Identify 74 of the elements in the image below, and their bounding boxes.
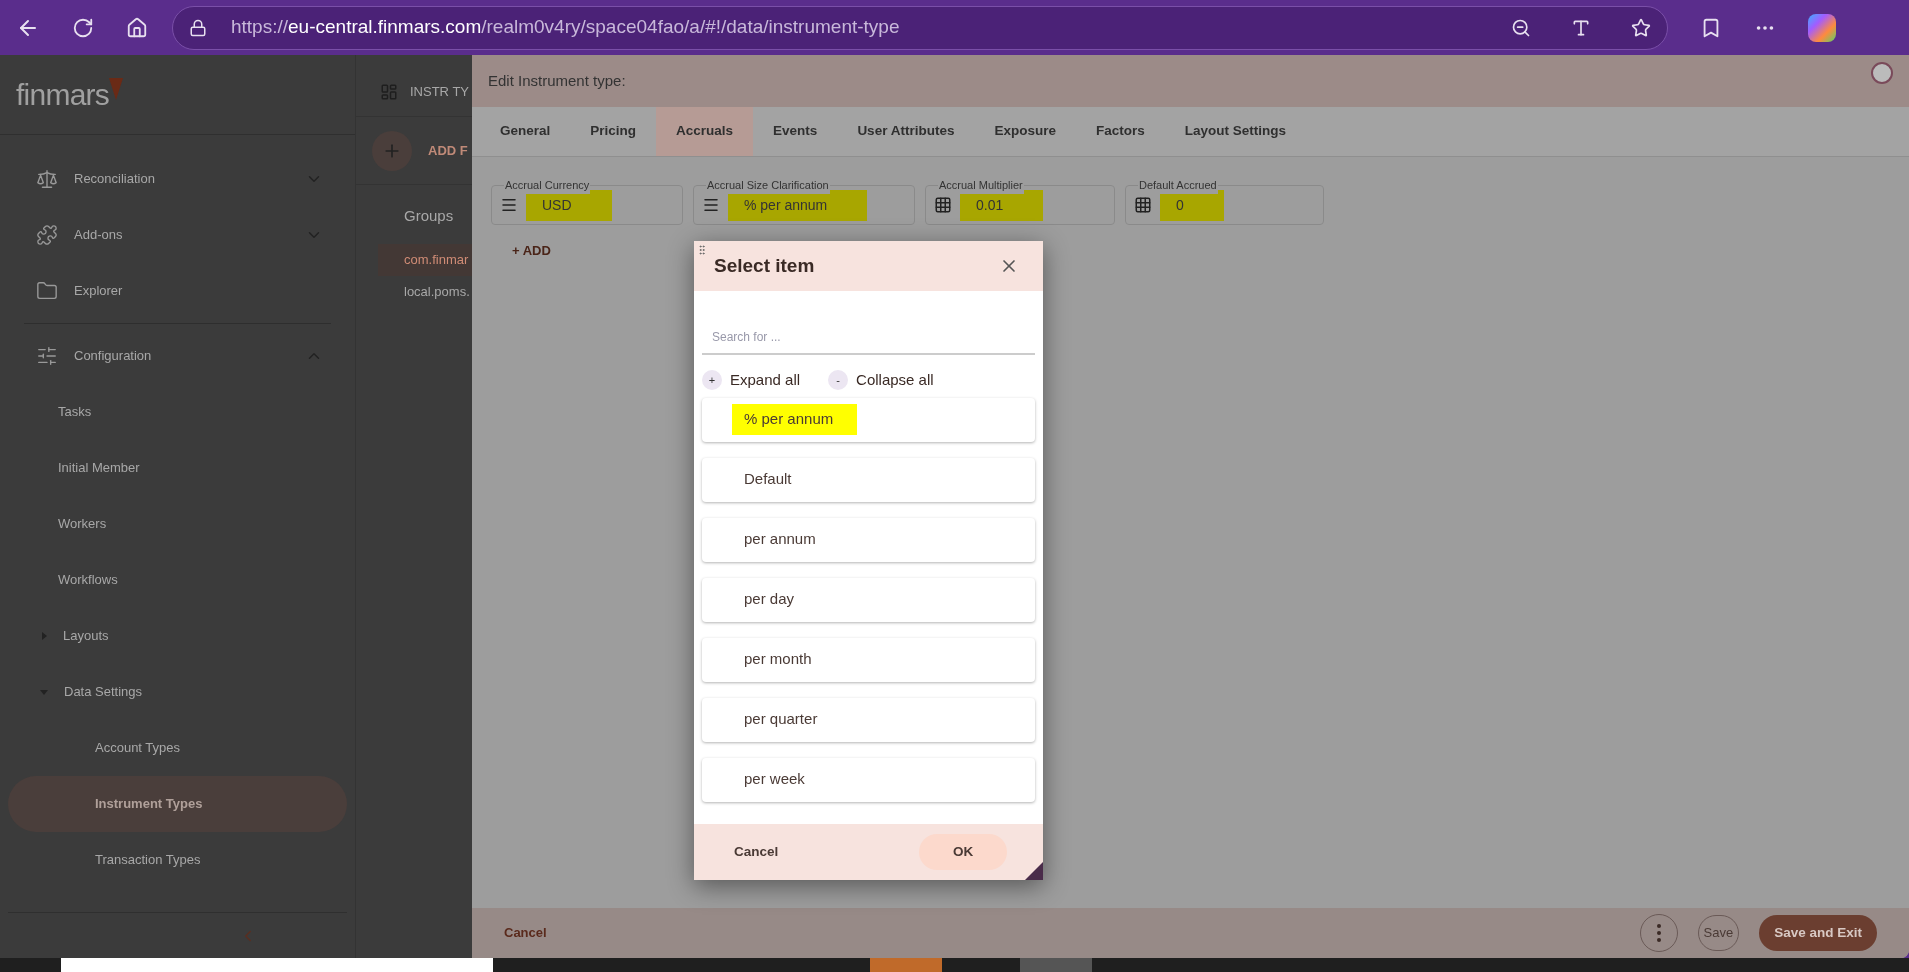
item-label: per month	[743, 649, 813, 670]
tab[interactable]: Factors	[1075, 107, 1165, 156]
list-item[interactable]: per day	[702, 577, 1035, 622]
resize-handle-icon[interactable]	[1025, 862, 1043, 880]
copilot-icon[interactable]	[1808, 13, 1836, 42]
dialog-cancel-button[interactable]: Cancel	[734, 841, 779, 863]
group-item[interactable]: com.finmar	[378, 243, 472, 276]
tab[interactable]: Accruals	[656, 107, 754, 156]
drag-handle-icon[interactable]	[696, 244, 708, 256]
puzzle-icon	[36, 224, 58, 246]
sidebar-item[interactable]: Workflows	[8, 552, 347, 608]
expand-all-link[interactable]: Expand all	[730, 369, 801, 392]
tab[interactable]: Layout Settings	[1164, 107, 1306, 156]
collapse-all-icon[interactable]: -	[828, 370, 849, 391]
list-item[interactable]: % per annum	[702, 397, 1035, 442]
tab[interactable]: Exposure	[974, 107, 1076, 156]
sidebar-item[interactable]: Explorer	[8, 263, 347, 319]
dialog-title: Select item	[714, 253, 815, 278]
item-label: per quarter	[743, 709, 819, 730]
sidebar-item[interactable]: Add-ons	[8, 207, 347, 263]
sidebar-item[interactable]: Data Settings	[8, 664, 347, 720]
list-icon	[500, 196, 518, 214]
sidebar-item[interactable]: Account Types	[8, 720, 347, 776]
save-and-exit-button[interactable]: Save and Exit	[1759, 915, 1877, 951]
cancel-button[interactable]: Cancel	[504, 923, 1620, 943]
grid-icon	[934, 196, 952, 214]
search-field[interactable]: Search for ...	[702, 321, 1035, 355]
group-item[interactable]: local.poms.	[378, 275, 472, 308]
tab[interactable]: Events	[753, 107, 838, 156]
sliders-icon	[36, 345, 58, 367]
layout-icon	[380, 82, 398, 101]
list-item[interactable]: Default	[702, 457, 1035, 502]
url-text: https://eu-central.finmars.com/realm0v4ry/space04fao/a/#!/data/instrument-type	[231, 15, 901, 40]
sync-icon[interactable]	[1871, 62, 1893, 84]
tab[interactable]: User Attributes	[837, 107, 975, 156]
sidebar-item[interactable]: Tasks	[8, 384, 347, 440]
list-item[interactable]: per annum	[702, 517, 1035, 562]
star-icon[interactable]	[1631, 17, 1651, 38]
editor-title: Edit Instrument type:	[488, 70, 626, 91]
sidebar-item[interactable]: Layouts	[8, 608, 347, 664]
grid-icon	[1134, 196, 1152, 214]
reload-icon[interactable]	[72, 16, 94, 39]
list-item[interactable]: per week	[702, 757, 1035, 802]
sidebar-item[interactable]: Instrument Types	[8, 776, 347, 832]
logo: finmars	[16, 77, 110, 113]
ok-button[interactable]: OK	[919, 834, 1007, 870]
panel-title: INSTR TY	[410, 82, 469, 101]
address-bar[interactable]: https://eu-central.finmars.com/realm0v4ry/space04fao/a/#!/data/instrument-type	[172, 5, 1668, 50]
list-item[interactable]: per month	[702, 637, 1035, 682]
add-link[interactable]: + ADD	[512, 241, 551, 261]
tab[interactable]: Pricing	[570, 107, 657, 156]
list-icon	[702, 196, 720, 214]
sidebar-item[interactable]: Workers	[8, 496, 347, 552]
sidebar-item[interactable]: Configuration	[8, 328, 347, 384]
home-icon[interactable]	[126, 16, 148, 39]
tab[interactable]: General	[480, 107, 571, 156]
collapse-all-link[interactable]: Collapse all	[856, 369, 934, 392]
expand-all-icon[interactable]: +	[702, 370, 722, 391]
item-label: per week	[743, 769, 806, 790]
lock-icon	[189, 18, 207, 37]
sidebar-item[interactable]: Reconciliation	[8, 151, 347, 207]
sidebar-item[interactable]: Transaction Types	[8, 832, 347, 888]
item-label: per annum	[743, 529, 817, 550]
zoom-out-icon[interactable]	[1511, 17, 1531, 38]
groups-label: Groups	[403, 206, 455, 226]
scale-icon	[36, 168, 58, 190]
sidebar-item[interactable]: Initial Member	[8, 440, 347, 496]
add-label[interactable]: ADD F	[428, 140, 468, 161]
item-label: Default	[743, 469, 793, 490]
item-label: per day	[743, 589, 796, 610]
item-label: % per annum	[732, 404, 858, 435]
folder-icon	[36, 280, 58, 302]
more-vertical-icon	[1656, 924, 1661, 942]
list-item[interactable]: per quarter	[702, 697, 1035, 742]
